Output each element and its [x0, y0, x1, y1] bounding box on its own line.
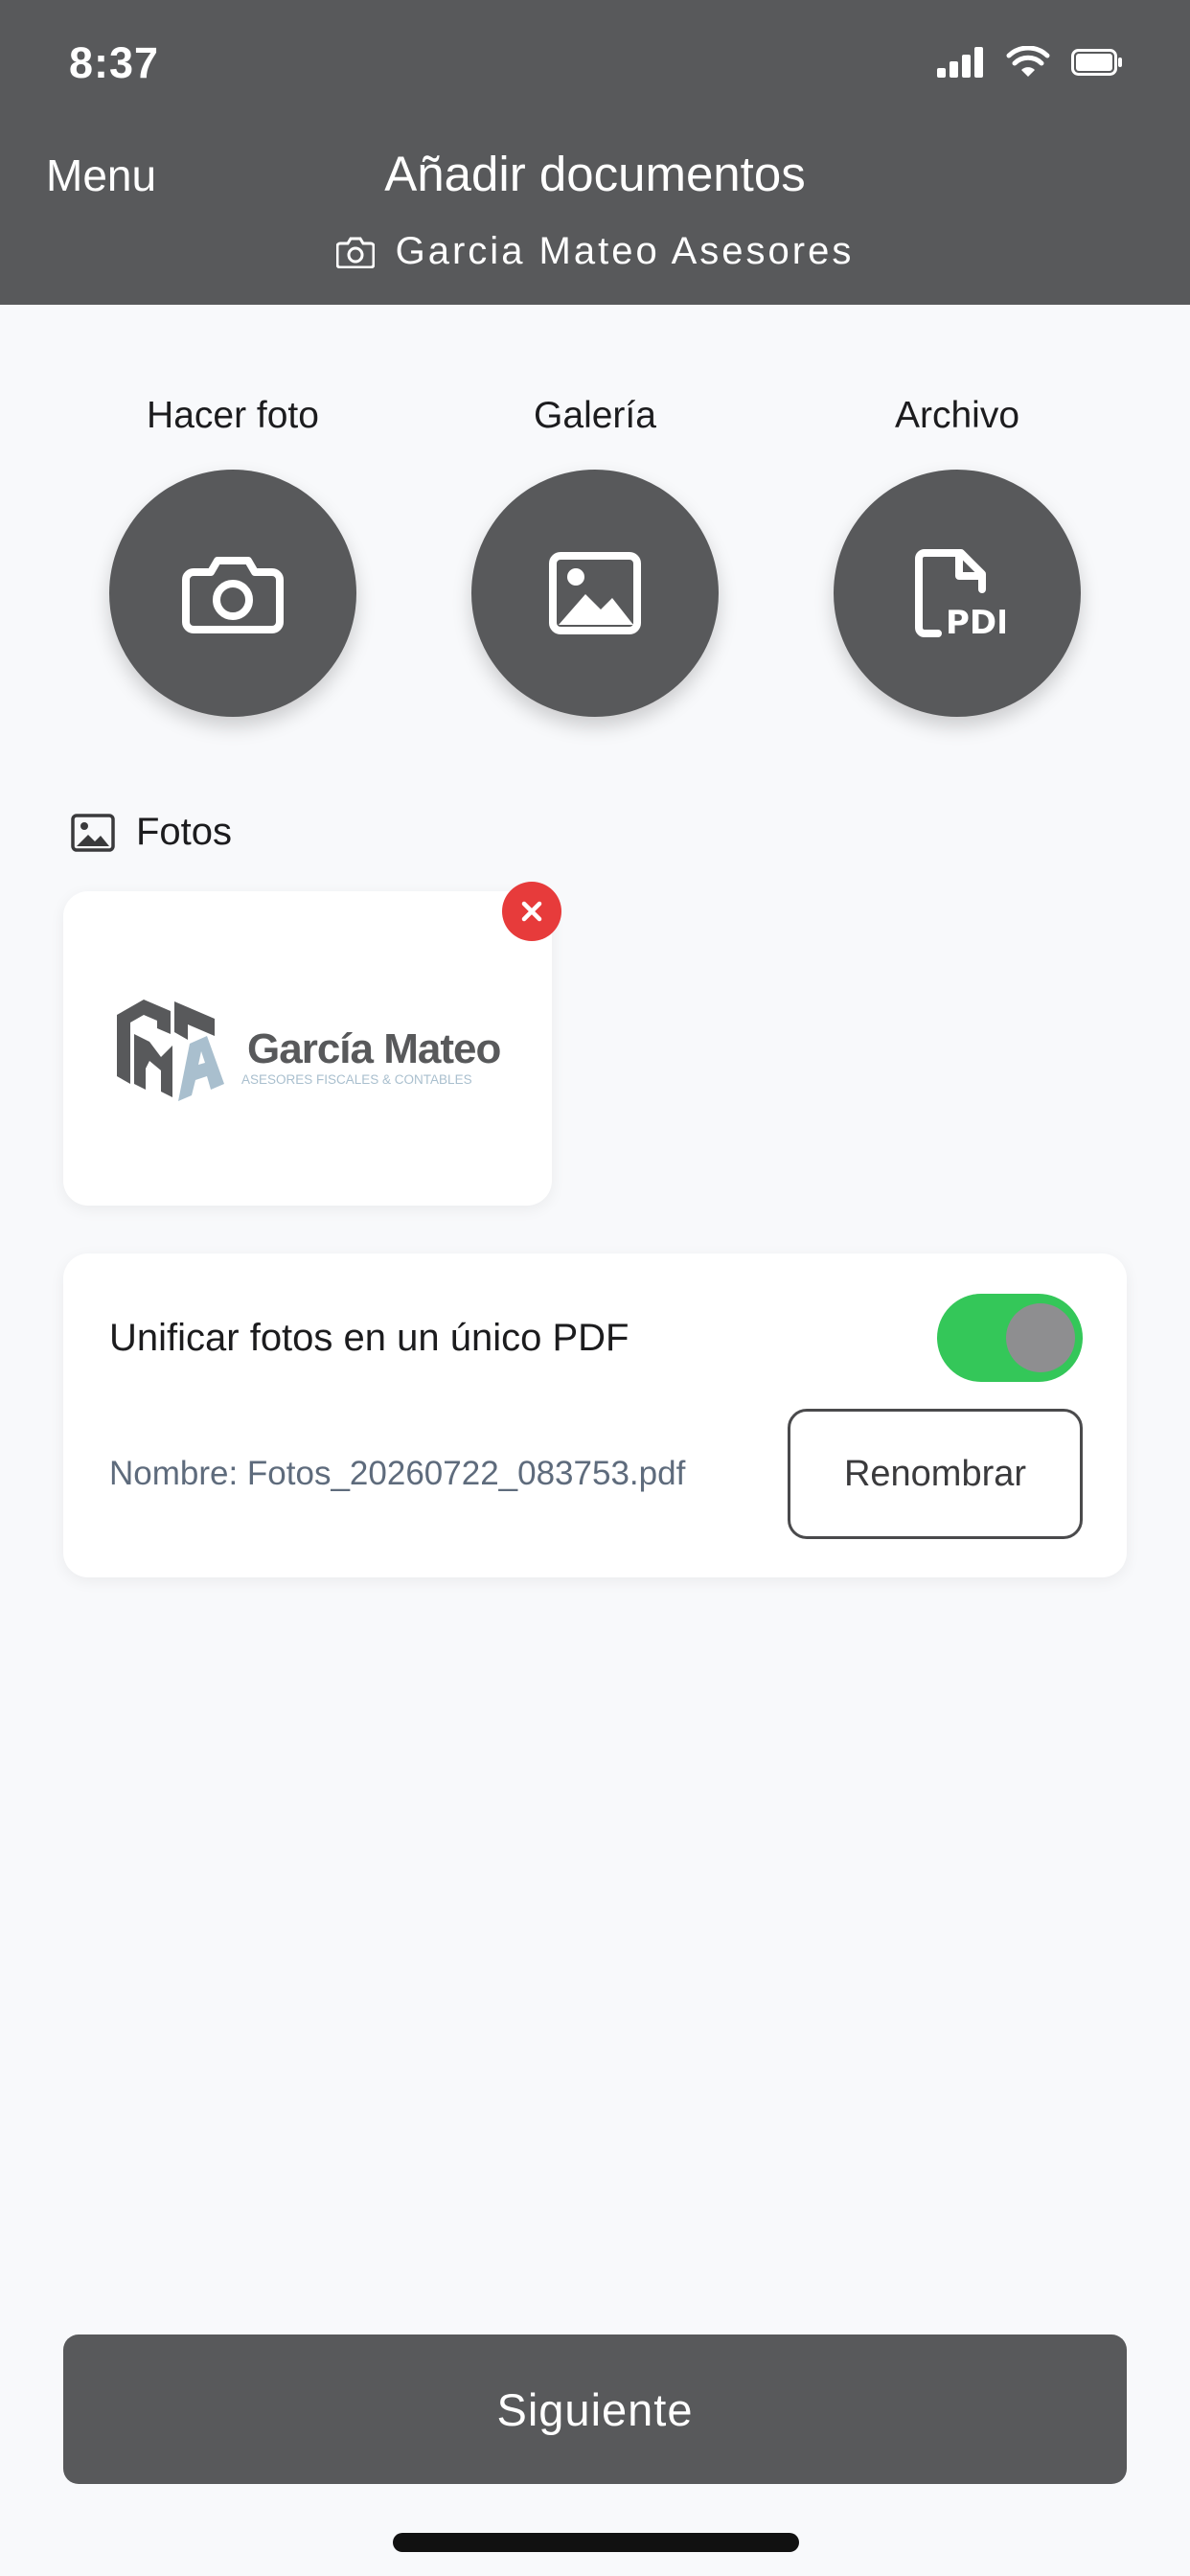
- pdf-file-name: Nombre: Fotos_20260722_083753.pdf: [109, 1455, 686, 1492]
- home-indicator: [393, 2533, 799, 2552]
- next-button[interactable]: Siguiente: [63, 2334, 1127, 2484]
- gallery-label: Galería: [534, 395, 656, 436]
- unify-pdf-label: Unificar fotos en un único PDF: [109, 1317, 629, 1359]
- take-photo-label: Hacer foto: [147, 395, 319, 436]
- file-label: Archivo: [894, 395, 1020, 436]
- photo-thumbnail[interactable]: García Mateo ASESORES FISCALES & CONTABL…: [63, 891, 552, 1206]
- file-action: Archivo PDF: [834, 393, 1081, 717]
- image-icon: [71, 813, 115, 852]
- take-photo-action: Hacer foto: [109, 393, 356, 717]
- company-name: Garcia Mateo Asesores: [395, 230, 855, 272]
- unify-pdf-toggle[interactable]: [937, 1294, 1083, 1382]
- logo-tagline-text: ASESORES FISCALES & CONTABLES: [241, 1072, 472, 1087]
- close-icon: [521, 901, 542, 922]
- cellular-signal-icon: [937, 47, 983, 78]
- page-title: Añadir documentos: [384, 147, 806, 201]
- logo-brand-text: García Mateo: [247, 1025, 500, 1072]
- take-photo-button[interactable]: [109, 470, 356, 717]
- toggle-knob: [1006, 1303, 1075, 1372]
- remove-photo-button[interactable]: [502, 882, 561, 941]
- file-button[interactable]: PDF: [834, 470, 1081, 717]
- status-icons: [937, 46, 1123, 79]
- camera-icon: [182, 557, 284, 633]
- app-header: 8:37 Menu Añadir documentos Garcia Mateo…: [0, 0, 1190, 305]
- gallery-button[interactable]: [471, 470, 719, 717]
- photos-section-header: Fotos: [71, 811, 232, 854]
- company-subtitle: Garcia Mateo Asesores: [0, 230, 1190, 273]
- svg-text:PDF: PDF: [946, 604, 1005, 641]
- unify-pdf-card: Unificar fotos en un único PDF Nombre: F…: [63, 1254, 1127, 1577]
- battery-icon: [1071, 49, 1122, 76]
- pdf-file-icon: PDF: [915, 549, 1005, 641]
- rename-button[interactable]: Renombrar: [788, 1409, 1083, 1539]
- status-time: 8:37: [69, 38, 160, 87]
- company-logo: García Mateo ASESORES FISCALES & CONTABL…: [117, 1000, 501, 1101]
- gallery-action: Galería: [471, 393, 719, 717]
- camera-icon: [335, 237, 375, 268]
- photos-section-label: Fotos: [136, 811, 233, 853]
- image-icon: [549, 552, 641, 634]
- wifi-icon: [1006, 46, 1050, 77]
